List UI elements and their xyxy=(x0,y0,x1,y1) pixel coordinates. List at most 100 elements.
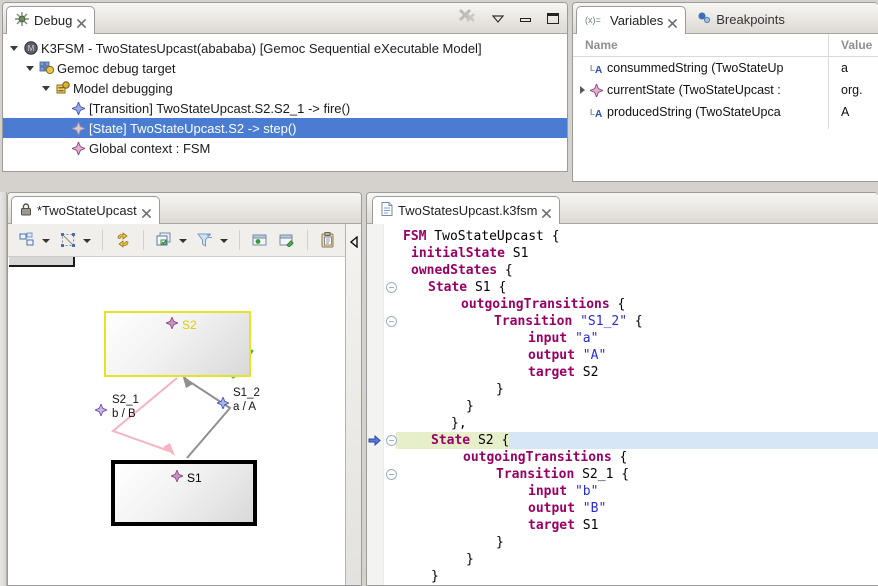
palette-collapse-icon[interactable] xyxy=(348,232,359,252)
code-line[interactable]: output "B" xyxy=(403,500,878,517)
code-line[interactable]: } xyxy=(403,381,878,398)
code-text: { xyxy=(497,263,513,278)
debug-tree-label: Gemoc debug target xyxy=(57,61,176,76)
show-hide-elements-icon[interactable] xyxy=(251,231,269,249)
debug-tree-row[interactable]: Model debugging xyxy=(3,78,567,98)
tab-variables[interactable]: (x)= Variables xyxy=(576,6,686,34)
tab-debug[interactable]: Debug xyxy=(6,6,95,34)
tab-diagram[interactable]: *TwoStateUpcast xyxy=(11,196,160,224)
selection-mode-icon[interactable] xyxy=(59,231,77,249)
tab-code-label: TwoStatesUpcast.k3fsm xyxy=(398,203,537,218)
transition-label-s1-2[interactable]: S1_2 a / A xyxy=(233,386,260,414)
fold-collapse-icon[interactable] xyxy=(386,469,397,480)
code-line[interactable]: FSM TwoStateUpcast { xyxy=(403,228,878,245)
state-s1-label: S1 xyxy=(187,471,202,485)
column-name[interactable]: Name xyxy=(573,38,618,52)
code-string: "A" xyxy=(583,348,606,363)
transition-label-s2-1[interactable]: S2_1 b / B xyxy=(112,393,139,421)
fold-collapse-icon[interactable] xyxy=(386,282,397,293)
code-string: "S1_2" xyxy=(580,314,627,329)
arrange-elements-icon[interactable] xyxy=(18,231,36,249)
variable-row[interactable]: currentState (TwoStateUpcast :org. xyxy=(573,79,878,101)
fold-collapse-icon[interactable] xyxy=(386,316,397,327)
paste-layout-icon[interactable] xyxy=(319,231,337,249)
minimize-icon[interactable] xyxy=(520,18,531,22)
tab-breakpoints[interactable]: Breakpoints xyxy=(689,6,793,33)
code-text[interactable]: FSM TwoStateUpcast {initialState S1owned… xyxy=(403,228,878,585)
debug-tree-row[interactable]: Global context : FSM xyxy=(3,138,567,158)
code-line[interactable]: target S1 xyxy=(403,517,878,534)
debug-tree-row[interactable]: MK3FSM - TwoStatesUpcast(abababa) [Gemoc… xyxy=(3,38,567,58)
code-line[interactable]: output "A" xyxy=(403,347,878,364)
remove-terminated-icon[interactable] xyxy=(458,8,476,29)
close-icon[interactable] xyxy=(77,16,86,25)
expander-icon[interactable] xyxy=(577,85,589,95)
code-line[interactable]: input "b" xyxy=(403,483,878,500)
spacer xyxy=(57,143,67,153)
code-line[interactable]: } xyxy=(403,568,878,585)
string-variable-icon: LA xyxy=(589,61,604,75)
debug-tree-row[interactable]: [Transition] TwoStateUpcast.S2.S2_1 -> f… xyxy=(3,98,567,118)
code-line[interactable]: State S1 { xyxy=(403,279,878,296)
debug-target-icon xyxy=(39,61,54,76)
code-keyword: output xyxy=(528,501,575,516)
fold-collapse-icon[interactable] xyxy=(386,435,397,446)
code-line[interactable]: target S2 xyxy=(403,364,878,381)
palette-strip xyxy=(345,224,361,585)
chevron-down-icon[interactable] xyxy=(83,236,91,244)
code-line[interactable]: initialState S1 xyxy=(403,245,878,262)
state-node-s2[interactable]: S2 xyxy=(104,311,251,377)
code-line[interactable]: input "a" xyxy=(403,330,878,347)
expander-icon[interactable] xyxy=(25,63,35,73)
code-keyword: input xyxy=(528,331,567,346)
toolbar-separator xyxy=(143,230,144,250)
code-line[interactable]: }, xyxy=(403,415,878,432)
variables-view: (x)= Variables Breakpoints Name Value LA… xyxy=(572,2,878,182)
tab-diagram-label: *TwoStateUpcast xyxy=(37,203,137,218)
expander-icon[interactable] xyxy=(9,43,19,53)
variable-name: producedString (TwoStateUpca xyxy=(607,105,781,119)
filters-icon[interactable] xyxy=(196,231,214,249)
chevron-down-icon[interactable] xyxy=(42,236,50,244)
code-content[interactable]: FSM TwoStateUpcast {initialState S1owned… xyxy=(367,224,878,585)
debug-tree-row[interactable]: Gemoc debug target xyxy=(3,58,567,78)
code-text: S2_1 { xyxy=(574,467,629,482)
chevron-down-icon[interactable] xyxy=(220,236,228,244)
code-line[interactable]: Transition S2_1 { xyxy=(403,466,878,483)
close-icon[interactable] xyxy=(142,206,151,215)
chevron-down-icon[interactable] xyxy=(179,236,187,244)
variable-row[interactable]: LAproducedString (TwoStateUpcaA xyxy=(573,101,878,123)
code-line[interactable]: outgoingTransitions { xyxy=(403,449,878,466)
code-keyword: initialState xyxy=(411,246,505,261)
refresh-diagram-icon[interactable] xyxy=(114,231,132,249)
code-line[interactable]: Transition "S1_2" { xyxy=(403,313,878,330)
stack-frame-blue-icon xyxy=(71,101,86,116)
layers-icon[interactable] xyxy=(155,231,173,249)
toolbar-separator xyxy=(307,230,308,250)
code-line[interactable]: } xyxy=(403,398,878,415)
code-line[interactable]: } xyxy=(403,551,878,568)
diagram-canvas[interactable]: S2 S1 S2_1 b / B S1_2 a / A xyxy=(9,267,346,585)
variable-row[interactable]: LAconsummedString (TwoStateUpa xyxy=(573,57,878,79)
code-keyword: input xyxy=(528,484,567,499)
state-node-s1[interactable]: S1 xyxy=(111,460,257,526)
code-tabbar: TwoStatesUpcast.k3fsm xyxy=(367,193,878,224)
view-menu-icon[interactable] xyxy=(492,10,504,28)
close-icon[interactable] xyxy=(542,206,551,215)
expander-icon[interactable] xyxy=(41,83,51,93)
code-line[interactable]: outgoingTransitions { xyxy=(403,296,878,313)
export-diagram-icon[interactable] xyxy=(278,231,296,249)
tab-code[interactable]: TwoStatesUpcast.k3fsm xyxy=(372,196,560,224)
code-text: S1 { xyxy=(467,280,506,295)
code-line[interactable]: State S2 { xyxy=(403,432,878,449)
column-value[interactable]: Value xyxy=(841,38,872,52)
code-keyword: ownedStates xyxy=(411,263,497,278)
code-line[interactable]: ownedStates { xyxy=(403,262,878,279)
annotation-ruler[interactable] xyxy=(367,224,384,585)
close-icon[interactable] xyxy=(668,16,677,25)
maximize-icon[interactable] xyxy=(547,13,559,24)
code-text: S2 xyxy=(575,365,598,380)
debug-tree-row[interactable]: [State] TwoStateUpcast.S2 -> step() xyxy=(3,118,567,138)
code-line[interactable]: } xyxy=(403,534,878,551)
code-text: }, xyxy=(451,416,467,431)
